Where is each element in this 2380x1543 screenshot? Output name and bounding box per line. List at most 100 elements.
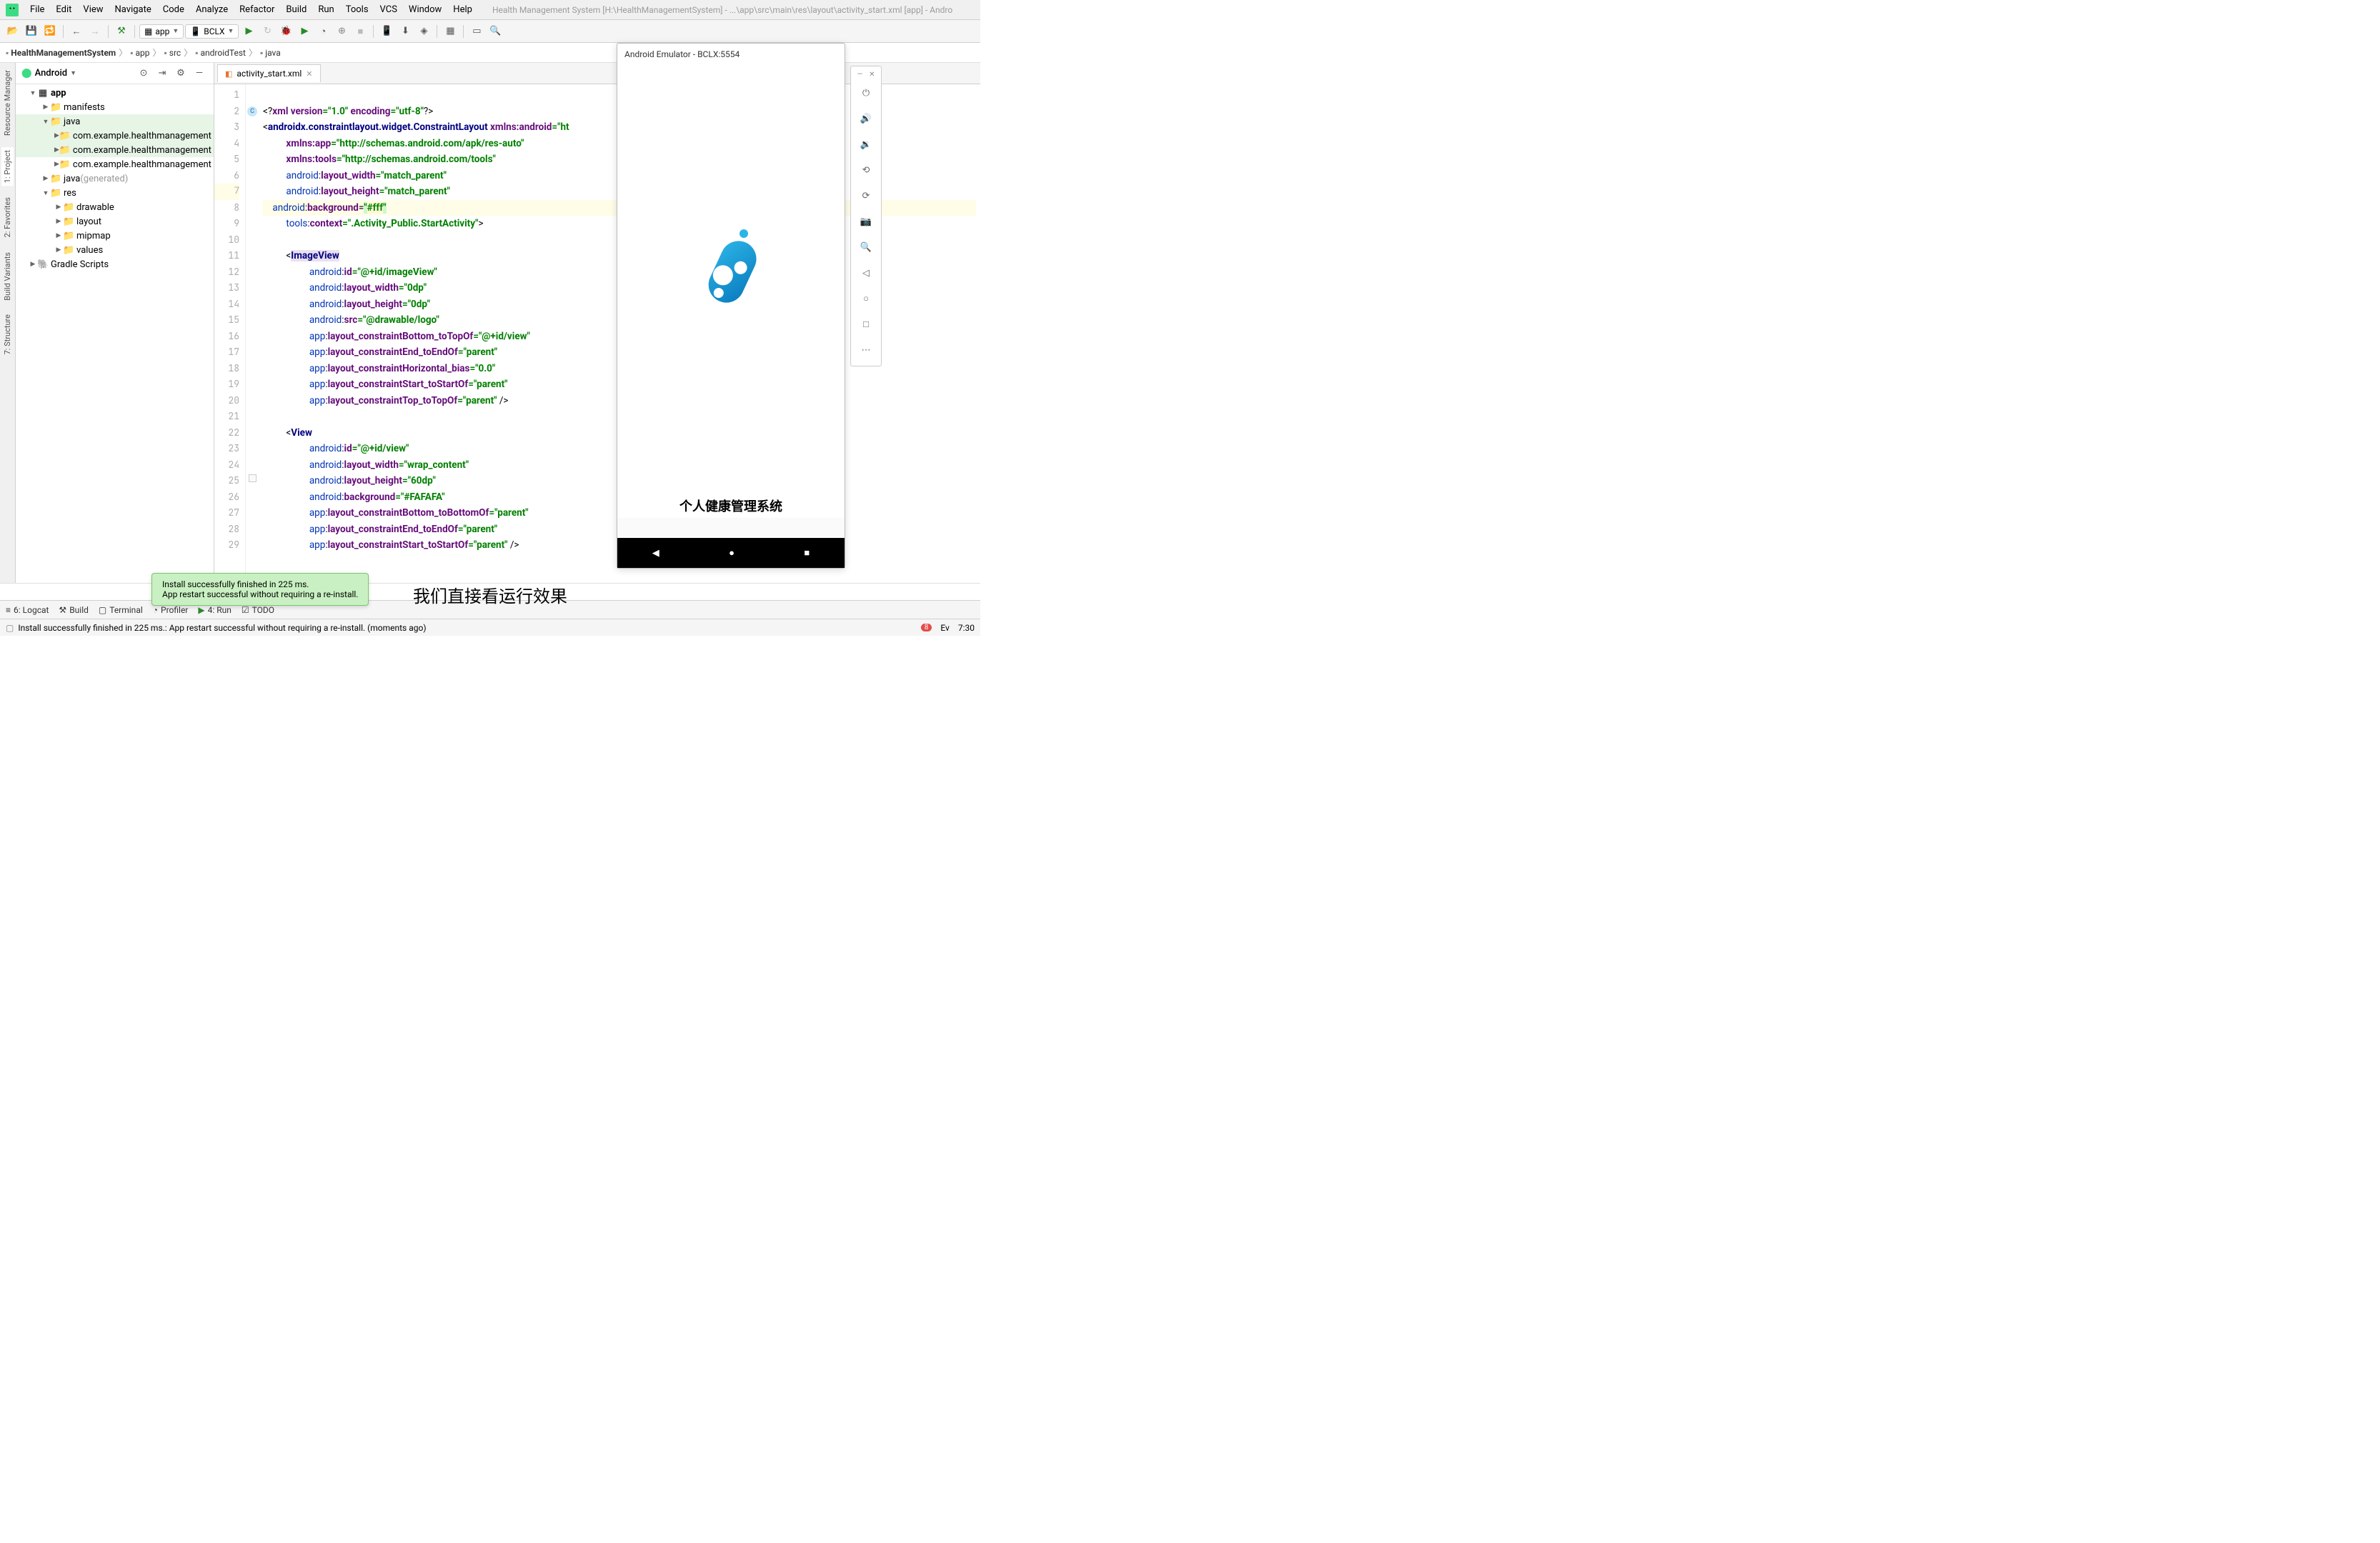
menu-vcs[interactable]: VCS <box>374 1 403 18</box>
crumb-java[interactable]: java <box>265 48 281 58</box>
profiler-icon: ◔ <box>153 605 158 615</box>
class-marker-icon[interactable]: C <box>247 106 257 116</box>
logcat-icon: ≡ <box>6 605 11 615</box>
status-bar: ▢ Install successfully finished in 225 m… <box>0 619 980 636</box>
project-tree[interactable]: ▼▦app ▶📁manifests ▼📁java ▶📁com.example.h… <box>16 84 214 583</box>
settings-gear-icon[interactable]: ⚙ <box>172 65 189 82</box>
emulator-volume-up-icon[interactable]: 🔊 <box>851 106 881 131</box>
sync-icon[interactable]: 🔁 <box>41 23 59 40</box>
back-icon[interactable]: ← <box>68 23 85 40</box>
emulator-power-icon[interactable]: ⏻ <box>851 80 881 106</box>
menu-build[interactable]: Build <box>280 1 312 18</box>
open-icon[interactable]: 📂 <box>4 23 21 40</box>
emulator-bottom-area <box>617 518 845 536</box>
device-dropdown[interactable]: 📱 BCLX▼ <box>185 24 239 39</box>
emulator-rotate-left-icon[interactable]: ⟲ <box>851 157 881 183</box>
video-subtitle: 我们直接看运行效果 <box>413 582 567 607</box>
collapse-icon[interactable]: ⇥ <box>154 65 171 82</box>
emulator-window[interactable]: Android Emulator - BCLX:5554 个人健康管理系统 ◀ … <box>617 43 845 569</box>
hide-icon[interactable]: — <box>191 65 208 82</box>
menu-window[interactable]: Window <box>403 1 447 18</box>
nav-home-icon[interactable]: ● <box>729 547 735 559</box>
todo-icon: ☑ <box>242 605 249 615</box>
emulator-screenshot-icon[interactable]: 📷 <box>851 209 881 234</box>
android-studio-logo-icon <box>6 4 19 16</box>
xml-file-icon: ◧ <box>225 69 232 79</box>
tool-run[interactable]: ▶4: Run <box>198 605 231 615</box>
tab-resource-manager[interactable]: Resource Manager <box>1 67 14 139</box>
events-label[interactable]: Ev <box>940 623 949 633</box>
menu-refactor[interactable]: Refactor <box>234 1 280 18</box>
save-icon[interactable]: 💾 <box>23 23 40 40</box>
left-tool-window-bar: Resource Manager 1: Project 2: Favorites… <box>0 63 16 583</box>
android-icon: ⬤ <box>21 68 32 79</box>
emulator-minimize-icon[interactable]: — <box>857 71 862 79</box>
emulator-more-icon[interactable]: ⋯ <box>851 337 881 363</box>
tool-logcat[interactable]: ≡6: Logcat <box>6 605 49 615</box>
stop-icon[interactable]: ■ <box>352 23 369 40</box>
avd-manager-icon[interactable]: 📱 <box>378 23 395 40</box>
nav-recent-icon[interactable]: ■ <box>804 547 810 559</box>
coverage-icon[interactable]: ▶ <box>296 23 313 40</box>
build-hammer-icon[interactable]: ⚒ <box>113 23 130 40</box>
hammer-icon: ⚒ <box>59 605 66 615</box>
crumb-src[interactable]: src <box>169 48 181 58</box>
emulator-home-icon[interactable]: ○ <box>851 286 881 311</box>
menu-help[interactable]: Help <box>447 1 478 18</box>
app-logo-icon <box>688 225 774 328</box>
crumb-androidtest[interactable]: androidTest <box>201 48 246 58</box>
emulator-back-icon[interactable]: ◁ <box>851 260 881 286</box>
emulator-screen[interactable]: 个人健康管理系统 ◀ ● ■ <box>617 65 845 568</box>
events-badge[interactable]: 8 <box>921 624 932 631</box>
project-view-selector[interactable]: ⬤ Android ▼ <box>21 68 76 79</box>
forward-icon[interactable]: → <box>86 23 104 40</box>
layout-inspector-icon[interactable]: ▦ <box>442 23 459 40</box>
crumb-app[interactable]: app <box>135 48 149 58</box>
emulator-volume-down-icon[interactable]: 🔉 <box>851 131 881 157</box>
line-number-gutter: 1234567891011121314151617181920212223242… <box>214 84 246 583</box>
tool-windows-menu-icon[interactable]: ▢ <box>6 623 14 633</box>
sdk-manager-icon[interactable]: ⬇ <box>397 23 414 40</box>
debug-icon[interactable]: 🐞 <box>277 23 294 40</box>
attach-debugger-icon[interactable]: ⊕ <box>333 23 350 40</box>
crumb-root[interactable]: HealthManagementSystem <box>11 48 116 58</box>
search-everywhere-icon[interactable]: 🔍 <box>487 23 504 40</box>
tool-build[interactable]: ⚒Build <box>59 605 88 615</box>
tab-structure[interactable]: 7: Structure <box>1 311 14 357</box>
locate-icon[interactable]: ⊙ <box>135 65 152 82</box>
tool-profiler[interactable]: ◔Profiler <box>153 605 189 615</box>
menu-run[interactable]: Run <box>312 1 339 18</box>
editor-tab-activity-start[interactable]: ◧ activity_start.xml ✕ <box>217 64 321 82</box>
app-module-icon: ▦ <box>144 26 152 36</box>
menu-code[interactable]: Code <box>157 1 190 18</box>
menu-file[interactable]: File <box>24 1 50 18</box>
run-config-dropdown[interactable]: ▦ app▼ <box>139 24 184 39</box>
emulator-close-icon[interactable]: ✕ <box>869 71 875 79</box>
profiler-icon[interactable]: ◔ <box>314 23 332 40</box>
menu-analyze[interactable]: Analyze <box>190 1 234 18</box>
android-nav-bar: ◀ ● ■ <box>617 538 845 568</box>
menu-navigate[interactable]: Navigate <box>109 1 157 18</box>
emulator-overview-icon[interactable]: □ <box>851 311 881 337</box>
resource-manager-icon[interactable]: ◈ <box>415 23 432 40</box>
gutter-markers: C <box>246 84 259 583</box>
terminal-icon: ▢ <box>99 605 106 615</box>
color-preview-icon[interactable] <box>249 474 257 482</box>
tab-favorites[interactable]: 2: Favorites <box>1 194 14 240</box>
window-title-path: Health Management System [H:\HealthManag… <box>492 5 952 15</box>
running-devices-icon[interactable]: ▭ <box>468 23 485 40</box>
menu-edit[interactable]: Edit <box>50 1 77 18</box>
tool-terminal[interactable]: ▢Terminal <box>99 605 143 615</box>
menu-view[interactable]: View <box>77 1 109 18</box>
run-play-icon: ▶ <box>198 605 204 615</box>
run-icon[interactable]: ▶ <box>240 23 257 40</box>
emulator-zoom-icon[interactable]: 🔍 <box>851 234 881 260</box>
tab-build-variants[interactable]: Build Variants <box>1 249 14 304</box>
tab-project[interactable]: 1: Project <box>1 147 14 186</box>
apply-changes-icon[interactable]: ↻ <box>259 23 276 40</box>
nav-back-icon[interactable]: ◀ <box>652 548 659 559</box>
close-tab-icon[interactable]: ✕ <box>306 69 312 79</box>
emulator-rotate-right-icon[interactable]: ⟳ <box>851 183 881 209</box>
menu-tools[interactable]: Tools <box>340 1 374 18</box>
tool-todo[interactable]: ☑TODO <box>242 605 274 615</box>
